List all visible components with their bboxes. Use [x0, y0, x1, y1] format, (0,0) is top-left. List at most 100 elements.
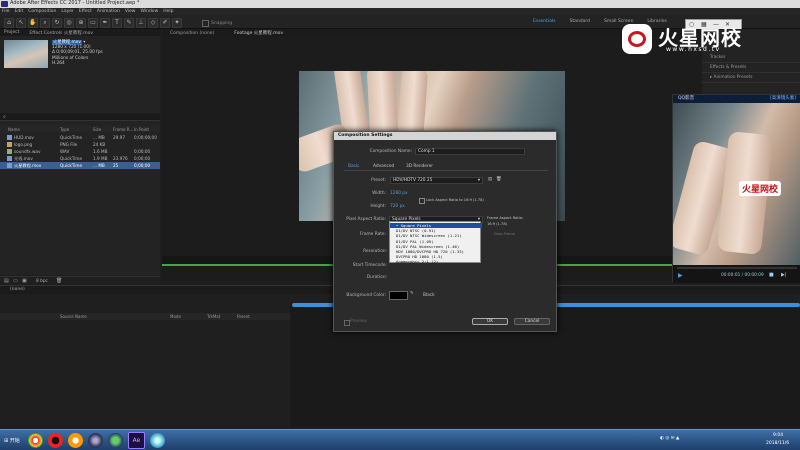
snapping-checkbox[interactable]: [202, 19, 209, 27]
preset-select[interactable]: HDV/HDTV 720 25 ▾: [390, 177, 483, 184]
video-file-icon: [7, 135, 12, 140]
hand-tool-icon[interactable]: ✋: [28, 18, 38, 28]
tab-footage[interactable]: Footage 火星教程.mov: [234, 30, 283, 36]
clone-tool-icon[interactable]: ⊥: [136, 18, 146, 28]
lock-aspect-checkbox[interactable]: [419, 198, 425, 204]
rectangle-tool-icon[interactable]: ▭: [88, 18, 98, 28]
drop-frame-label[interactable]: Drop Frame: [494, 232, 515, 236]
col-size[interactable]: Size: [93, 127, 101, 132]
panel-effects-presets[interactable]: Effects & Presets: [702, 63, 800, 73]
file-row-selected[interactable]: 火星教程.mov QuickTime ... MB 25 0;00;00: [0, 162, 160, 169]
clock-time: 9:04: [773, 433, 784, 438]
tab-timeline[interactable]: (none): [10, 287, 25, 292]
menu-animation[interactable]: Animation: [97, 9, 120, 14]
width-label: Width:: [372, 191, 386, 196]
menu-composition[interactable]: Composition: [28, 9, 56, 14]
bg-color-label: Background Color:: [346, 293, 386, 298]
qq-player-taskbar-icon[interactable]: [150, 433, 165, 448]
ok-button[interactable]: OK: [472, 318, 508, 325]
roto-brush-tool-icon[interactable]: ✐: [160, 18, 170, 28]
start-button[interactable]: ⊞ 开始: [2, 435, 24, 447]
tab-effect-controls[interactable]: Effect Controls 火星教程.mov: [29, 30, 93, 36]
menu-effect[interactable]: Effect: [79, 9, 92, 14]
height-value[interactable]: 720 px: [390, 204, 405, 209]
tab-project[interactable]: Project: [4, 30, 19, 35]
tab-composition[interactable]: Composition (none): [170, 31, 214, 36]
pan-behind-tool-icon[interactable]: ⊕: [76, 18, 86, 28]
col-trkmat[interactable]: TrkMat: [207, 314, 220, 319]
menu-bar: File Edit Composition Layer Effect Anima…: [0, 8, 800, 15]
menu-help[interactable]: Help: [163, 9, 173, 14]
menu-view[interactable]: View: [125, 9, 136, 14]
workspace-essentials[interactable]: Essentials: [533, 19, 556, 24]
new-folder-icon[interactable]: ▭: [13, 278, 18, 284]
snapping-label: Snapping: [211, 20, 233, 26]
col-parent[interactable]: Parent: [237, 314, 250, 319]
par-option[interactable]: Anamorphic 2:1 (2): [390, 259, 482, 264]
after-effects-taskbar-icon[interactable]: Ae: [128, 432, 145, 449]
brush-tool-icon[interactable]: ✎: [124, 18, 134, 28]
col-name[interactable]: Name: [8, 127, 20, 132]
bit-depth-label[interactable]: 8 bpc: [36, 279, 48, 284]
tray-icons[interactable]: ◐ ◎ ✉ ▲: [660, 436, 679, 441]
menu-layer[interactable]: Layer: [61, 9, 74, 14]
play-icon[interactable]: ▶: [678, 272, 683, 279]
file-row[interactable]: logo.png PNG File 24 KB: [0, 141, 160, 148]
tab-3d-renderer[interactable]: 3D Renderer: [406, 164, 433, 169]
pen-tool-icon[interactable]: ✒: [100, 18, 110, 28]
col-type[interactable]: Type: [60, 127, 69, 132]
next-icon[interactable]: ▶|: [781, 272, 787, 278]
resolution-label: Resolution:: [363, 249, 387, 254]
file-row[interactable]: 光线.mov QuickTime 1.9 MB 23.976 0;00;00: [0, 155, 160, 162]
panel-animation-presets[interactable]: ▸ Animation Presets: [702, 73, 800, 83]
puppet-tool-icon[interactable]: ✦: [172, 18, 182, 28]
project-search-input[interactable]: ⌕: [0, 113, 160, 121]
selection-tool-icon[interactable]: ↖: [16, 18, 26, 28]
image-file-icon: [7, 142, 12, 147]
video-file-icon: [7, 163, 12, 168]
trash-icon[interactable]: 🗑: [56, 278, 62, 284]
globe-icon[interactable]: [108, 433, 123, 448]
delete-preset-icon[interactable]: 🗑: [496, 177, 501, 182]
eyedropper-icon[interactable]: ✎: [410, 291, 414, 296]
tab-basic[interactable]: Basic: [348, 164, 359, 169]
qq-video-frame[interactable]: 火星网校: [673, 103, 800, 265]
cancel-button[interactable]: Cancel: [514, 318, 550, 325]
window-title-bar: Adobe After Effects CC 2017 - Untitled P…: [0, 0, 800, 8]
menu-window[interactable]: Window: [141, 9, 159, 14]
chrome-icon[interactable]: [28, 433, 43, 448]
footage-info: 火星教程.mov ▾ 1280 x 720 (1.00) Δ 0;00;09;0…: [52, 40, 103, 66]
col-source-name[interactable]: Source Name: [60, 314, 87, 319]
media-player-icon[interactable]: [48, 433, 63, 448]
file-row[interactable]: soundfx.wav WAV 1.6 MB 0;00;00: [0, 148, 160, 155]
camera-tool-icon[interactable]: ◎: [64, 18, 74, 28]
col-mode[interactable]: Mode: [170, 314, 181, 319]
workspace-standard[interactable]: Standard: [570, 19, 590, 24]
search-icon: ⌕: [3, 114, 6, 120]
width-value[interactable]: 1280 px: [390, 191, 408, 196]
qq-progress-bar[interactable]: [677, 267, 797, 269]
disc-icon[interactable]: [88, 433, 103, 448]
music-player-icon[interactable]: [68, 433, 83, 448]
col-frame-rate[interactable]: Frame R...: [113, 127, 133, 132]
comp-name-input[interactable]: Comp 1: [415, 148, 525, 155]
brand-logo-overlay: 火星网校 www.hxsd.tv: [622, 22, 782, 60]
qq-player-controls: ▶ 00:00:01 / 00:00:09 ■ ▶|: [673, 265, 800, 283]
save-preset-icon[interactable]: ▤: [488, 177, 492, 182]
new-comp-icon[interactable]: ▣: [22, 278, 27, 284]
viewer-tabs: Composition (none) Footage 火星教程.mov: [162, 29, 702, 37]
menu-edit[interactable]: Edit: [15, 9, 24, 14]
interpret-footage-icon[interactable]: ▤: [4, 278, 9, 284]
rotate-tool-icon[interactable]: ↻: [52, 18, 62, 28]
stop-icon[interactable]: ■: [769, 272, 774, 278]
home-icon[interactable]: ⌂: [4, 18, 14, 28]
file-row[interactable]: HUD.mov QuickTime ... MB 29.97 0;00;00;0…: [0, 134, 160, 141]
menu-file[interactable]: File: [2, 9, 10, 14]
type-tool-icon[interactable]: T: [112, 18, 122, 28]
comp-name-label: Composition Name:: [369, 149, 412, 154]
eraser-tool-icon[interactable]: ◇: [148, 18, 158, 28]
col-in-point[interactable]: In Point: [134, 127, 149, 132]
zoom-tool-icon[interactable]: ⌕: [40, 18, 50, 28]
tab-advanced[interactable]: Advanced: [373, 164, 394, 169]
bg-color-swatch[interactable]: [389, 291, 408, 300]
